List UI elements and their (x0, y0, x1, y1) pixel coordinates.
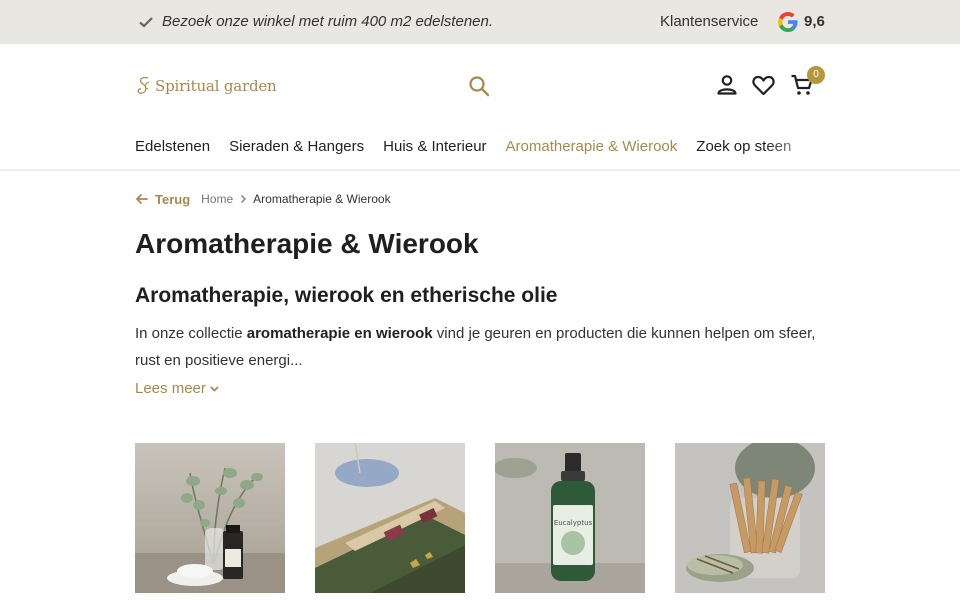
product-card-diffuser[interactable] (135, 443, 285, 593)
product-card-incense[interactable] (315, 443, 465, 593)
nav-item-huis-interieur[interactable]: Huis & Interieur (383, 138, 486, 155)
google-icon[interactable] (777, 11, 799, 33)
rating-score: 9,6 (804, 13, 825, 30)
breadcrumb-current: Aromatherapie & Wierook (253, 192, 391, 206)
top-announcement-bar: Bezoek onze winkel met ruim 400 m2 edels… (0, 0, 960, 44)
search-icon[interactable] (468, 75, 490, 97)
breadcrumb-home[interactable]: Home (201, 192, 233, 206)
read-more-link[interactable]: Lees meer (135, 380, 220, 397)
page-subtitle: Aromatherapie, wierook en etherische oli… (135, 284, 558, 307)
cart-count-badge: 0 (807, 66, 825, 84)
spray-label-text: Eucalyptus (554, 519, 593, 527)
nav-item-sieraden-hangers[interactable]: Sieraden & Hangers (229, 138, 364, 155)
breadcrumb: Terug Home Aromatherapie & Wierook (135, 190, 391, 208)
heart-icon[interactable] (751, 73, 776, 97)
nav-item-aromatherapie-wierook[interactable]: Aromatherapie & Wierook (506, 138, 678, 155)
site-logo[interactable]: Spiritual garden (135, 72, 277, 100)
product-image-palo-santo (675, 443, 825, 593)
nav-item-edelstenen[interactable]: Edelstenen (135, 138, 210, 155)
arrow-left-icon[interactable] (135, 192, 149, 206)
intro-text: In onze collectie aromatherapie en wiero… (135, 320, 825, 374)
read-more-label: Lees meer (135, 380, 206, 397)
product-card-palo-santo[interactable] (675, 443, 825, 593)
announcement-text: Bezoek onze winkel met ruim 400 m2 edels… (162, 13, 494, 30)
back-link[interactable]: Terug (155, 192, 190, 207)
customer-service-link[interactable]: Klantenservice (660, 13, 758, 30)
nav-fade-overlay (765, 138, 825, 160)
nav-divider (0, 169, 960, 171)
main-navigation: Edelstenen Sieraden & Hangers Huis & Inter… (135, 138, 825, 160)
account-icon[interactable] (715, 73, 739, 97)
product-image-diffuser (135, 443, 285, 593)
intro-text-bold: aromatherapie en wierook (246, 325, 433, 342)
intro-text-start: In onze collectie (135, 325, 247, 342)
chevron-right-icon (241, 195, 247, 203)
check-icon (139, 17, 153, 28)
product-image-incense (315, 443, 465, 593)
product-image-spray: Eucalyptus (495, 443, 645, 593)
product-card-spray[interactable]: Eucalyptus (495, 443, 645, 593)
page-title: Aromatherapie & Wierook (135, 228, 479, 259)
logo-text: Spiritual garden (155, 77, 277, 95)
chevron-down-icon (210, 386, 219, 392)
logo-mark-icon (137, 76, 150, 94)
